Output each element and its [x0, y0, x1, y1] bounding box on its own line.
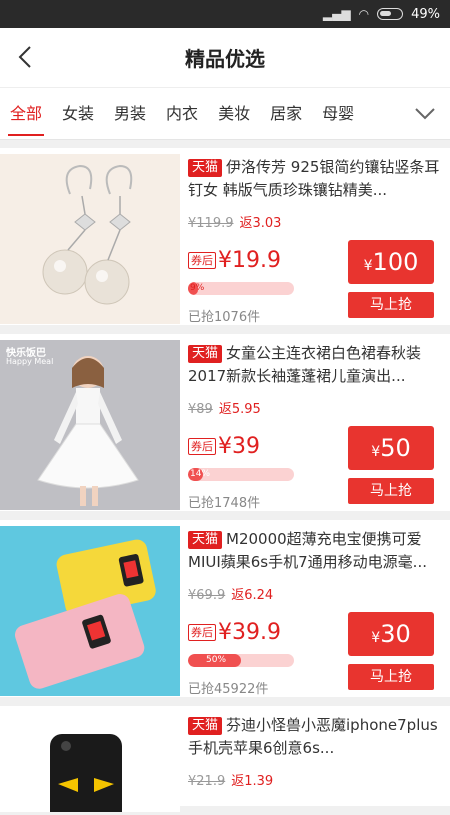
product-card[interactable]: 快乐饭巴 Happy Meal 天猫 女童公主连衣裙白色裙春秋装2017新款长袖蓬…: [0, 334, 450, 511]
sales-progress-bar: 14%: [188, 468, 294, 481]
progress-label: 9%: [190, 283, 205, 293]
original-price: ¥69.9: [188, 588, 226, 603]
original-price: ¥89: [188, 402, 213, 417]
original-price: ¥119.9: [188, 216, 234, 231]
product-title[interactable]: 天猫 M20000超薄充电宝便携可爱MIUI蘋果6s手机7通用移动电源毫...: [188, 528, 440, 574]
app-header: 精品优选: [0, 28, 450, 88]
chevron-down-icon: [415, 108, 435, 120]
coupon-ticket[interactable]: ¥100: [344, 240, 434, 284]
tab-baby[interactable]: 母婴: [312, 88, 364, 139]
rebate-amount: 返6.24: [231, 588, 274, 603]
final-price: ¥39: [218, 434, 260, 459]
tab-all[interactable]: 全部: [0, 88, 52, 139]
original-price: ¥21.9: [188, 774, 226, 789]
after-coupon-tag: 券后: [188, 438, 216, 455]
after-coupon-tag: 券后: [188, 252, 216, 269]
progress-label: 50%: [206, 655, 227, 665]
tab-underwear[interactable]: 内衣: [156, 88, 208, 139]
wifi-icon: ◠: [358, 7, 370, 21]
signal-icon: ▂▄▆: [322, 7, 351, 21]
rebate-amount: 返5.95: [218, 402, 261, 417]
phonecase-image: [50, 734, 122, 812]
tab-women[interactable]: 女装: [52, 88, 104, 139]
product-image-phonecase[interactable]: [0, 712, 180, 812]
sold-count: 已抢45922件: [188, 682, 269, 697]
rebate-amount: 返1.39: [231, 774, 274, 789]
product-card[interactable]: 天猫 伊洛传芳 925银简约镶钻竖条耳钉女 韩版气质珍珠镶钻精美... ¥119.…: [0, 148, 450, 325]
tmall-badge: 天猫: [188, 531, 223, 549]
product-title[interactable]: 天猫 女童公主连衣裙白色裙春秋装2017新款长袖蓬蓬裙儿童演出...: [188, 342, 440, 388]
product-card[interactable]: 天猫 芬迪小怪兽小恶魔iphone7plus手机壳苹果6创意6s... ¥21.9…: [0, 706, 450, 812]
product-list: 天猫 伊洛传芳 925银简约镶钻竖条耳钉女 韩版气质珍珠镶钻精美... ¥119.…: [0, 148, 450, 815]
coupon-ticket[interactable]: ¥50: [344, 426, 434, 470]
tab-beauty[interactable]: 美妆: [208, 88, 260, 139]
expand-tabs-button[interactable]: [400, 88, 450, 139]
earrings-image: [42, 164, 133, 305]
final-price: ¥39.9: [218, 620, 281, 645]
battery-icon: [377, 8, 404, 20]
sales-progress-bar: 50%: [188, 654, 294, 667]
tmall-badge: 天猫: [188, 717, 223, 735]
progress-label: 14%: [190, 469, 211, 479]
page-title: 精品优选: [185, 47, 265, 71]
buy-now-button[interactable]: 马上抢: [348, 292, 434, 318]
coupon-amount: 30: [380, 620, 411, 648]
image-brand-logo-sub: Happy Meal: [6, 357, 54, 366]
rebate-amount: 返3.03: [239, 216, 282, 231]
tmall-badge: 天猫: [188, 159, 223, 177]
status-bar: ▂▄▆ ◠ 49%: [0, 0, 450, 28]
product-image-dress[interactable]: 快乐饭巴 Happy Meal: [0, 340, 180, 510]
product-card[interactable]: 天猫 M20000超薄充电宝便携可爱MIUI蘋果6s手机7通用移动电源毫... ¥…: [0, 520, 450, 697]
product-image-earrings[interactable]: [0, 154, 180, 324]
tab-home[interactable]: 居家: [260, 88, 312, 139]
powerbank-image: [14, 539, 156, 689]
buy-now-button[interactable]: 马上抢: [348, 478, 434, 504]
coupon-amount: 100: [372, 248, 419, 276]
sales-progress-bar: 9%: [188, 282, 294, 295]
after-coupon-tag: 券后: [188, 624, 216, 641]
product-image-powerbank[interactable]: [0, 526, 180, 696]
tmall-badge: 天猫: [188, 345, 223, 363]
tab-men[interactable]: 男装: [104, 88, 156, 139]
sold-count: 已抢1748件: [188, 496, 261, 511]
category-tabs: 全部 女装 男装 内衣 美妆 居家 母婴: [0, 88, 450, 140]
final-price: ¥19.9: [218, 248, 281, 273]
sold-count: 已抢1076件: [188, 310, 261, 325]
product-title[interactable]: 天猫 伊洛传芳 925银简约镶钻竖条耳钉女 韩版气质珍珠镶钻精美...: [188, 156, 440, 202]
back-arrow-icon[interactable]: [12, 42, 42, 72]
coupon-amount: 50: [380, 434, 411, 462]
battery-percent: 49%: [411, 6, 440, 22]
coupon-ticket[interactable]: ¥30: [344, 612, 434, 656]
buy-now-button[interactable]: 马上抢: [348, 664, 434, 690]
product-title[interactable]: 天猫 芬迪小怪兽小恶魔iphone7plus手机壳苹果6创意6s...: [188, 714, 440, 760]
